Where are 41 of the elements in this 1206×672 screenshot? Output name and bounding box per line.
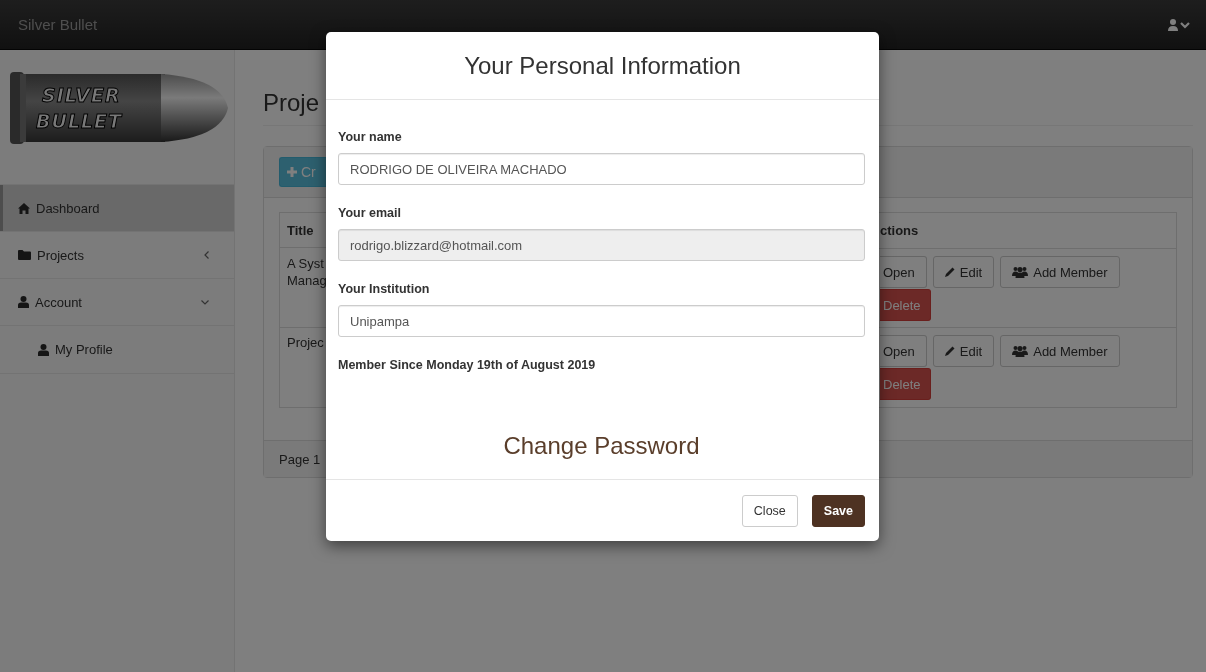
home-icon	[18, 202, 30, 214]
chevron-left-icon	[204, 251, 209, 259]
plus-icon	[287, 167, 297, 177]
text-field[interactable]: Unipampa	[338, 305, 865, 337]
close-button[interactable]: Close	[741, 494, 798, 527]
delete-button[interactable]: Delete	[880, 289, 931, 321]
edit-button[interactable]: Edit	[932, 256, 995, 288]
table-cell-text: Projec	[287, 334, 324, 351]
chevron-down-icon	[201, 299, 209, 305]
users-icon	[1012, 266, 1029, 278]
field-label: Your name	[338, 130, 402, 144]
logo-text: BULLET	[36, 112, 123, 131]
pagination-text: Page 1	[279, 451, 321, 467]
delete-button[interactable]: Delete	[880, 368, 931, 400]
add-member-button[interactable]: Add Member	[1000, 256, 1120, 288]
sidebar-item[interactable]: Dashboard	[0, 185, 234, 232]
member-since-text: Member Since Monday 19th of August 2019	[338, 358, 596, 372]
users-icon	[1012, 345, 1029, 357]
pencil-icon	[944, 267, 955, 277]
sidebar-subitem[interactable]: My Profile	[0, 326, 234, 374]
column-header: ctions	[880, 213, 1176, 249]
user-menu-icon[interactable]	[1168, 18, 1190, 31]
edit-button[interactable]: Edit	[932, 335, 995, 367]
pencil-icon	[944, 346, 955, 356]
open-button[interactable]: Open	[880, 335, 927, 367]
save-button[interactable]: Save	[811, 494, 865, 527]
sidebar-item[interactable]: Account	[0, 279, 234, 326]
user-icon	[38, 343, 49, 356]
folder-icon	[18, 250, 31, 260]
user-icon	[18, 296, 29, 308]
open-button[interactable]: Open	[880, 256, 927, 288]
sidebar-item[interactable]: Projects	[0, 232, 234, 279]
table-cell-text: Manag	[287, 272, 327, 289]
table-cell-text: A Syst	[287, 255, 324, 272]
field-label: Your email	[338, 206, 401, 220]
change-password-link[interactable]: Change Password	[503, 432, 700, 460]
dialog-title: Your Personal Information	[464, 51, 741, 80]
text-field[interactable]: RODRIGO DE OLIVEIRA MACHADO	[338, 153, 865, 185]
logo-text: SILVER	[42, 86, 121, 105]
field-label: Your Institution	[338, 282, 430, 296]
add-member-button[interactable]: Add Member	[1000, 335, 1120, 367]
